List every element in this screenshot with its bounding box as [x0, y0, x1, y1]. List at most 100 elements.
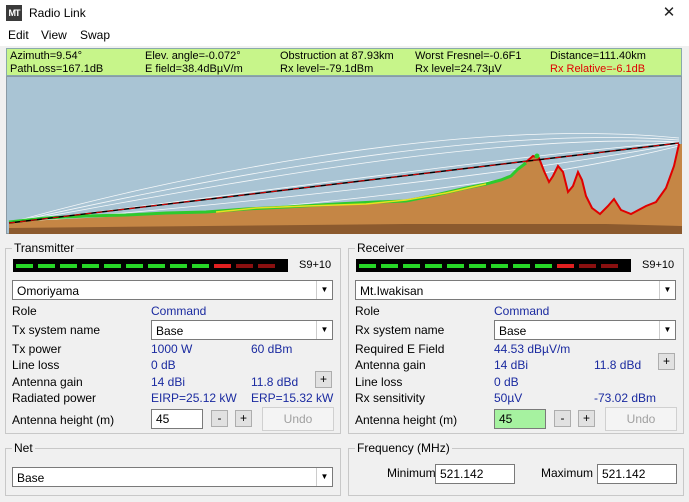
pathloss-readout: PathLoss=167.1dB [10, 63, 104, 75]
tx-meter-seg [104, 264, 121, 268]
tx-signal-meter [13, 259, 288, 272]
tx-site-select[interactable]: Omoriyama ▼ [12, 280, 333, 300]
menu-edit[interactable]: Edit [8, 28, 29, 42]
tx-meter-seg [236, 264, 253, 268]
tx-height-plus-button[interactable]: + [235, 410, 252, 427]
tx-system-value: Base [156, 324, 184, 338]
tx-meter-seg [170, 264, 187, 268]
tx-system-label: Tx system name [12, 323, 101, 337]
net-select[interactable]: Base ▼ [12, 467, 333, 487]
rx-role-value: Command [494, 304, 550, 318]
rx-meter-seg [513, 264, 530, 268]
tx-meter-seg [60, 264, 77, 268]
net-value: Base [17, 471, 45, 485]
distance-readout: Distance=111.40km [550, 50, 646, 62]
rx-gain-label: Antenna gain [355, 358, 426, 372]
tx-loss-label: Line loss [12, 358, 60, 372]
rx-role-label: Role [355, 304, 380, 318]
transmitter-title: Transmitter [12, 241, 77, 255]
tx-meter-seg [126, 264, 143, 268]
frequency-title: Frequency (MHz) [355, 441, 452, 455]
rx-field-value: 44.53 dBµV/m [494, 342, 571, 356]
rx-relative-readout: Rx Relative=-6.1dB [550, 63, 646, 75]
rx-field-label: Required E Field [355, 342, 445, 356]
tx-meter-seg [192, 264, 209, 268]
tx-undo-button[interactable]: Undo [262, 407, 334, 431]
tx-gain-dbd: 11.8 dBd [251, 375, 299, 389]
rx-system-value: Base [499, 324, 527, 338]
rx-loss-value: 0 dB [494, 375, 519, 389]
freq-min-label: Minimum [387, 466, 436, 480]
receiver-title: Receiver [355, 241, 407, 255]
title-bar: MT Radio Link ✕ [0, 0, 689, 26]
rx-sens-uv: 50µV [494, 391, 523, 405]
rx-level-dbm-readout: Rx level=-79.1dBm [280, 63, 374, 75]
rx-height-plus-button[interactable]: + [578, 410, 595, 427]
tx-loss-value: 0 dB [151, 358, 176, 372]
chevron-down-icon: ▼ [316, 281, 332, 299]
terrain-profile[interactable] [6, 76, 682, 234]
tx-signal-label: S9+10 [299, 259, 332, 271]
rx-meter-seg [535, 264, 552, 268]
obstruction-marker [534, 153, 540, 159]
rx-signal-label: S9+10 [642, 259, 675, 271]
tx-role-value: Command [151, 304, 207, 318]
app-icon: MT [6, 5, 22, 21]
rx-gain-dbi: 14 dBi [494, 358, 529, 372]
tx-power-label: Tx power [12, 342, 62, 356]
net-title: Net [12, 441, 35, 455]
tx-gain-add-button[interactable]: + [315, 371, 332, 388]
chevron-down-icon: ▼ [316, 468, 332, 486]
rx-meter-seg [579, 264, 596, 268]
menu-view[interactable]: View [41, 28, 67, 42]
transmitter-group: Transmitter S9+10 Omoriyama ▼ Role Comma… [5, 241, 341, 434]
tx-height-label: Antenna height (m) [12, 413, 115, 427]
efield-readout: E field=38.4dBµV/m [145, 63, 243, 75]
azimuth-readout: Azimuth=9.54° [10, 50, 82, 62]
rx-system-select[interactable]: Base ▼ [494, 320, 676, 340]
tx-role-label: Role [12, 304, 37, 318]
rx-site-select[interactable]: Mt.Iwakisan ▼ [355, 280, 676, 300]
tx-power-watts: 1000 W [151, 342, 193, 356]
rx-gain-dbd: 11.8 dBd [594, 358, 642, 372]
rx-meter-seg [381, 264, 398, 268]
window-title: Radio Link [29, 6, 86, 20]
receiver-group: Receiver S9+10 Mt.Iwakisan ▼ Role Comman… [348, 241, 684, 434]
rx-meter-seg [447, 264, 464, 268]
close-icon[interactable]: ✕ [649, 0, 689, 26]
rx-sens-label: Rx sensitivity [355, 391, 426, 405]
menu-bar: Edit View Swap [0, 26, 689, 46]
tx-meter-seg [16, 264, 33, 268]
rx-height-input[interactable] [494, 409, 546, 429]
rx-height-minus-button[interactable]: - [554, 410, 571, 427]
freq-min-input[interactable] [435, 464, 515, 484]
chevron-down-icon: ▼ [659, 281, 675, 299]
rx-site-value: Mt.Iwakisan [360, 284, 424, 298]
tx-height-input[interactable] [151, 409, 203, 429]
rx-sens-dbm: -73.02 dBm [594, 391, 657, 405]
rx-gain-add-button[interactable]: + [658, 353, 675, 370]
tx-gain-label: Antenna gain [12, 375, 83, 389]
tx-radiated-label: Radiated power [12, 391, 97, 405]
net-group: Net Base ▼ [5, 441, 341, 496]
freq-max-input[interactable] [597, 464, 677, 484]
tx-meter-seg [82, 264, 99, 268]
tx-meter-seg [258, 264, 275, 268]
tx-eirp: EIRP=25.12 kW [151, 391, 237, 405]
chevron-down-icon: ▼ [659, 321, 675, 339]
tx-system-select[interactable]: Base ▼ [151, 320, 333, 340]
freq-max-label: Maximum [541, 466, 594, 480]
elevation-readout: Elev. angle=-0.072° [145, 50, 241, 62]
rx-undo-button[interactable]: Undo [605, 407, 677, 431]
rx-signal-meter [356, 259, 631, 272]
rx-meter-seg [403, 264, 420, 268]
frequency-group: Frequency (MHz) Minimum Maximum [348, 441, 684, 496]
rx-meter-seg [425, 264, 442, 268]
tx-power-dbm: 60 dBm [251, 342, 293, 356]
tx-height-minus-button[interactable]: - [211, 410, 228, 427]
rx-meter-seg [469, 264, 486, 268]
menu-swap[interactable]: Swap [80, 28, 110, 42]
rx-system-label: Rx system name [355, 323, 445, 337]
rx-level-uv-readout: Rx level=24.73µV [415, 63, 502, 75]
link-info-panel: Azimuth=9.54° Elev. angle=-0.072° Obstru… [6, 48, 682, 76]
